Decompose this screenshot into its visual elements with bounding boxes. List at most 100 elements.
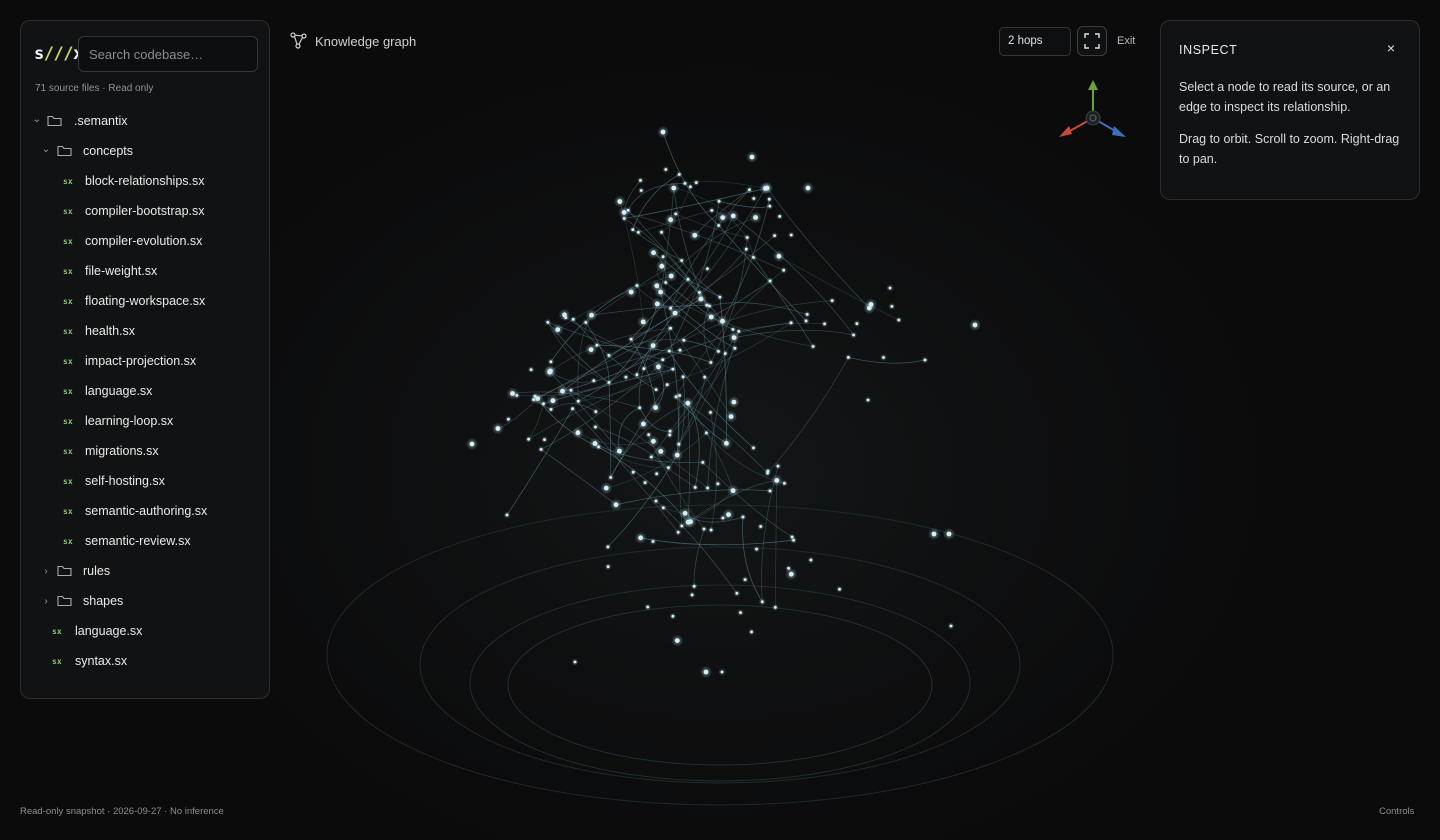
- graph-node[interactable]: [606, 545, 610, 549]
- graph-node[interactable]: [609, 476, 613, 479]
- graph-node[interactable]: [690, 593, 694, 597]
- graph-node[interactable]: [573, 660, 577, 664]
- graph-node[interactable]: [855, 322, 859, 325]
- graph-node[interactable]: [678, 394, 681, 397]
- graph-node[interactable]: [776, 253, 782, 259]
- graph-node[interactable]: [768, 279, 772, 283]
- graph-node[interactable]: [617, 448, 622, 454]
- graph-node[interactable]: [639, 179, 642, 182]
- graph-node[interactable]: [677, 442, 681, 446]
- graph-node[interactable]: [613, 502, 619, 508]
- graph-edge[interactable]: [766, 187, 870, 309]
- graph-node[interactable]: [717, 350, 720, 353]
- graph-node[interactable]: [628, 289, 634, 295]
- graph-node[interactable]: [668, 273, 674, 279]
- graph-node[interactable]: [597, 445, 600, 449]
- graph-node[interactable]: [708, 314, 714, 320]
- graph-node[interactable]: [647, 433, 651, 437]
- graph-node[interactable]: [750, 630, 753, 634]
- graph-node[interactable]: [726, 512, 731, 517]
- graph-node[interactable]: [651, 540, 655, 543]
- graph-node[interactable]: [805, 185, 811, 191]
- graph-node[interactable]: [661, 255, 665, 259]
- graph-node[interactable]: [728, 414, 734, 419]
- graph-node[interactable]: [564, 316, 568, 319]
- graph-node[interactable]: [743, 578, 747, 581]
- graph-node[interactable]: [664, 168, 668, 171]
- chevron-right-icon[interactable]: ›: [41, 596, 51, 607]
- graph-node[interactable]: [658, 449, 664, 454]
- tree-file[interactable]: sx compiler-evolution.sx: [21, 226, 269, 256]
- graph-node[interactable]: [592, 379, 596, 383]
- graph-node[interactable]: [692, 232, 698, 238]
- graph-node[interactable]: [730, 488, 736, 494]
- graph-node[interactable]: [717, 199, 721, 203]
- graph-node[interactable]: [949, 624, 953, 628]
- graph-node[interactable]: [661, 506, 665, 510]
- graph-node[interactable]: [584, 321, 588, 324]
- graph-node[interactable]: [654, 301, 660, 307]
- graph-node[interactable]: [749, 154, 755, 160]
- tree-folder[interactable]: ⌄ .semantix: [21, 106, 269, 136]
- graph-node[interactable]: [823, 322, 826, 326]
- graph-node[interactable]: [659, 263, 665, 269]
- graph-node[interactable]: [763, 186, 768, 191]
- graph-node[interactable]: [759, 525, 763, 528]
- graph-node[interactable]: [773, 606, 777, 609]
- graph-edges[interactable]: [497, 131, 926, 608]
- graph-edge[interactable]: [693, 528, 705, 587]
- graph-node[interactable]: [741, 515, 745, 519]
- tree-file[interactable]: sx block-relationships.sx: [21, 166, 269, 196]
- graph-node[interactable]: [529, 368, 533, 371]
- graph-node[interactable]: [664, 281, 668, 284]
- tree-folder[interactable]: › shapes: [21, 586, 269, 616]
- graph-node[interactable]: [507, 417, 510, 421]
- tree-file[interactable]: sx language.sx: [21, 616, 269, 646]
- graph-node[interactable]: [595, 343, 599, 347]
- graph-node[interactable]: [717, 224, 721, 227]
- graph-node[interactable]: [776, 464, 780, 468]
- exit-button[interactable]: Exit: [1117, 35, 1135, 47]
- graph-edge[interactable]: [640, 537, 794, 546]
- graph-node[interactable]: [674, 212, 678, 216]
- graph-nodes[interactable]: [466, 126, 981, 678]
- graph-node[interactable]: [694, 181, 698, 185]
- graph-node[interactable]: [739, 611, 742, 614]
- tree-file[interactable]: sx compiler-bootstrap.sx: [21, 196, 269, 226]
- graph-node[interactable]: [685, 519, 691, 525]
- graph-node[interactable]: [594, 425, 597, 429]
- graph-node[interactable]: [698, 296, 704, 302]
- graph-node[interactable]: [639, 189, 643, 192]
- graph-node[interactable]: [649, 455, 653, 459]
- graph-node[interactable]: [752, 256, 755, 259]
- graph-node[interactable]: [527, 437, 530, 441]
- graph-node[interactable]: [692, 584, 696, 588]
- graph-node[interactable]: [760, 600, 764, 604]
- graph-edge[interactable]: [615, 489, 771, 506]
- graph-node[interactable]: [923, 358, 927, 362]
- graph-node[interactable]: [576, 399, 580, 403]
- graph-node[interactable]: [606, 565, 610, 569]
- graph-node[interactable]: [682, 338, 686, 342]
- graph-node[interactable]: [730, 213, 736, 219]
- graph-node[interactable]: [723, 352, 727, 355]
- graph-node[interactable]: [669, 326, 672, 330]
- graph-node[interactable]: [755, 547, 758, 551]
- graph-node[interactable]: [555, 327, 561, 332]
- hops-select[interactable]: 2 hops: [999, 27, 1071, 56]
- graph-node[interactable]: [624, 375, 628, 379]
- tree-file[interactable]: sx semantic-review.sx: [21, 526, 269, 556]
- graph-node[interactable]: [778, 215, 782, 218]
- graph-node[interactable]: [678, 348, 682, 352]
- graph-node[interactable]: [642, 367, 646, 370]
- graph-edge[interactable]: [767, 357, 849, 474]
- graph-node[interactable]: [733, 346, 737, 350]
- graph-node[interactable]: [716, 482, 720, 486]
- graph-node[interactable]: [866, 398, 870, 402]
- graph-node[interactable]: [505, 513, 509, 517]
- graph-node[interactable]: [789, 233, 793, 237]
- controls-link[interactable]: Controls: [1379, 806, 1414, 817]
- graph-node[interactable]: [709, 411, 712, 414]
- graph-node[interactable]: [705, 431, 708, 435]
- graph-node[interactable]: [767, 197, 771, 201]
